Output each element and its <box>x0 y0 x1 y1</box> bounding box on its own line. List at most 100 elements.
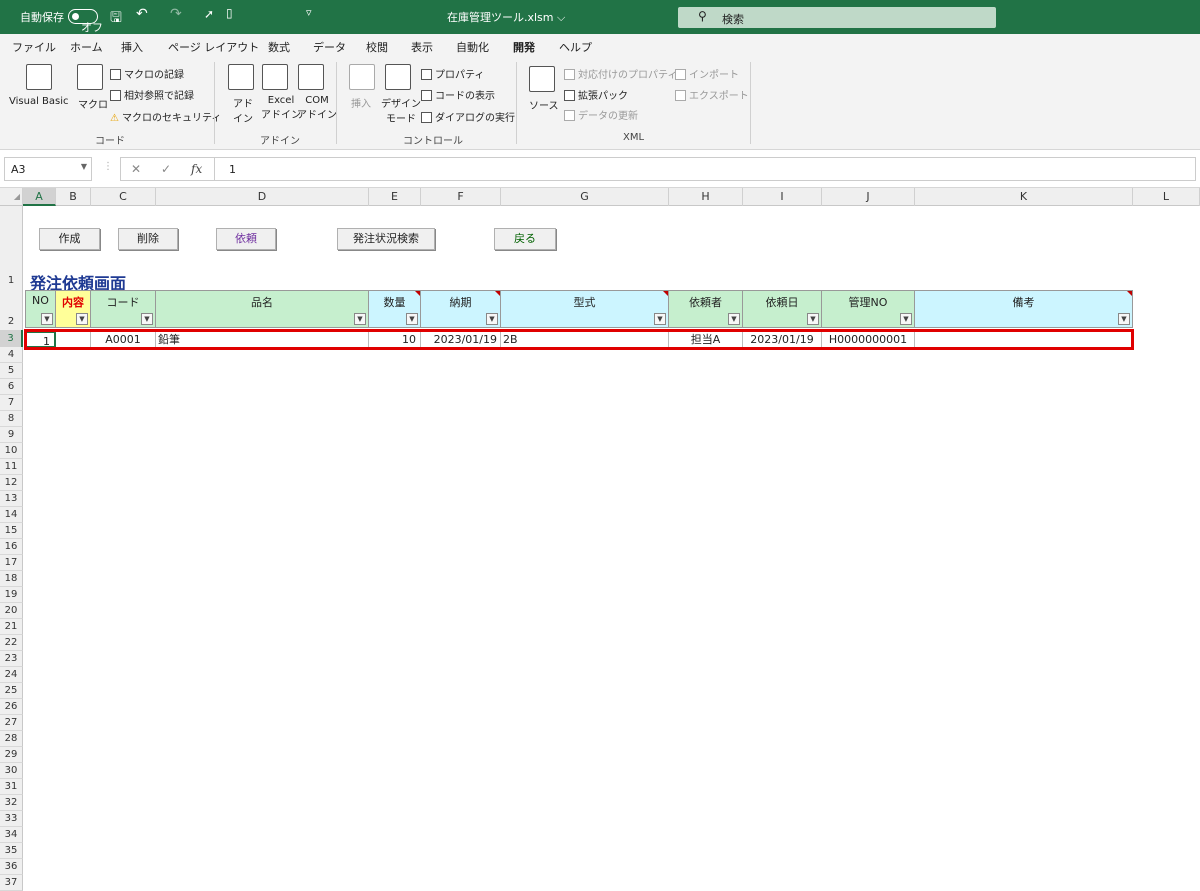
tab-review[interactable]: 校閲 <box>366 39 388 55</box>
filter-dropdown-icon[interactable]: ▼ <box>728 313 740 325</box>
row-header-31[interactable]: 31 <box>0 779 23 795</box>
xml-import-button[interactable]: インポート <box>675 66 739 81</box>
tab-data[interactable]: データ <box>313 39 346 55</box>
row-header-15[interactable]: 15 <box>0 523 23 539</box>
row-header-3[interactable]: 3 <box>0 330 23 347</box>
row-header-11[interactable]: 11 <box>0 459 23 475</box>
filter-dropdown-icon[interactable]: ▼ <box>76 313 88 325</box>
column-header-c[interactable]: C <box>91 188 156 206</box>
map-properties-button[interactable]: 対応付けのプロパティ <box>564 66 677 81</box>
relative-reference-button[interactable]: 相対参照で記録 <box>110 87 194 102</box>
column-header-f[interactable]: F <box>421 188 501 206</box>
row-header-5[interactable]: 5 <box>0 363 23 379</box>
row-header-10[interactable]: 10 <box>0 443 23 459</box>
design-mode-button[interactable]: デザイン モード <box>381 95 421 125</box>
chevron-down-icon[interactable]: ▼ <box>81 162 87 171</box>
row-header-4[interactable]: 4 <box>0 347 23 363</box>
request-button[interactable]: 依頼 <box>216 228 276 250</box>
row-header-32[interactable]: 32 <box>0 795 23 811</box>
file-name[interactable]: 在庫管理ツール.xlsm ⌵ <box>447 9 565 25</box>
filter-dropdown-icon[interactable]: ▼ <box>354 313 366 325</box>
row-header-19[interactable]: 19 <box>0 587 23 603</box>
autosave-toggle[interactable]: オフ <box>68 9 103 34</box>
function-icon[interactable]: fx <box>191 162 202 176</box>
row-header-20[interactable]: 20 <box>0 603 23 619</box>
xml-source-button[interactable]: ソース <box>529 97 559 112</box>
row-header-27[interactable]: 27 <box>0 715 23 731</box>
column-header-a[interactable]: A <box>23 188 56 206</box>
column-header-b[interactable]: B <box>56 188 91 206</box>
addin-button[interactable]: アド イン <box>233 95 253 125</box>
row-header-24[interactable]: 24 <box>0 667 23 683</box>
tab-home[interactable]: ホーム <box>70 39 103 55</box>
row-header-8[interactable]: 8 <box>0 411 23 427</box>
excel-addin-button[interactable]: Excel アドイン <box>261 95 301 121</box>
filter-dropdown-icon[interactable]: ▼ <box>41 313 53 325</box>
row-header-35[interactable]: 35 <box>0 843 23 859</box>
row-header-17[interactable]: 17 <box>0 555 23 571</box>
select-all-corner[interactable]: ◢ <box>0 188 23 206</box>
column-header-i[interactable]: I <box>743 188 822 206</box>
column-header-g[interactable]: G <box>501 188 669 206</box>
column-header-l[interactable]: L <box>1133 188 1200 206</box>
column-header-d[interactable]: D <box>156 188 369 206</box>
tab-file[interactable]: ファイル <box>12 39 56 55</box>
insert-control-button[interactable]: 挿入 <box>351 95 371 110</box>
row-header-23[interactable]: 23 <box>0 651 23 667</box>
row-header-12[interactable]: 12 <box>0 475 23 491</box>
filter-dropdown-icon[interactable]: ▼ <box>654 313 666 325</box>
row-header-7[interactable]: 7 <box>0 395 23 411</box>
xml-export-button[interactable]: エクスポート <box>675 87 749 102</box>
document-icon[interactable]: ▯ <box>226 6 233 20</box>
row-header-14[interactable]: 14 <box>0 507 23 523</box>
row-header-36[interactable]: 36 <box>0 859 23 875</box>
column-header-h[interactable]: H <box>669 188 743 206</box>
row-header-33[interactable]: 33 <box>0 811 23 827</box>
row-header-2[interactable]: 2 <box>0 290 23 330</box>
customize-menu-icon[interactable]: ▿ <box>306 6 312 19</box>
row-header-25[interactable]: 25 <box>0 683 23 699</box>
visual-basic-button[interactable]: Visual Basic <box>9 96 69 107</box>
back-button[interactable]: 戻る <box>494 228 556 250</box>
filter-dropdown-icon[interactable]: ▼ <box>141 313 153 325</box>
refresh-data-button[interactable]: データの更新 <box>564 107 638 122</box>
com-addin-button[interactable]: COM アドイン <box>297 95 337 121</box>
row-header-1[interactable]: 1 <box>0 206 23 290</box>
tab-help[interactable]: ヘルプ <box>559 39 592 55</box>
tab-page-layout[interactable]: ページ レイアウト <box>168 39 259 55</box>
filter-dropdown-icon[interactable]: ▼ <box>486 313 498 325</box>
tab-insert[interactable]: 挿入 <box>121 39 143 55</box>
view-code-button[interactable]: コードの表示 <box>421 87 495 102</box>
properties-button[interactable]: プロパティ <box>421 66 484 81</box>
macro-security-button[interactable]: ⚠ マクロのセキュリティ <box>110 109 221 124</box>
create-button[interactable]: 作成 <box>39 228 100 250</box>
row-header-18[interactable]: 18 <box>0 571 23 587</box>
expansion-pack-button[interactable]: 拡張パック <box>564 87 628 102</box>
filter-dropdown-icon[interactable]: ▼ <box>900 313 912 325</box>
record-macro-button[interactable]: マクロの記録 <box>110 66 184 81</box>
filter-dropdown-icon[interactable]: ▼ <box>1118 313 1130 325</box>
row-header-16[interactable]: 16 <box>0 539 23 555</box>
row-header-13[interactable]: 13 <box>0 491 23 507</box>
search-status-button[interactable]: 発注状況検索 <box>337 228 435 250</box>
delete-button[interactable]: 削除 <box>118 228 178 250</box>
macro-button[interactable]: マクロ <box>78 96 108 111</box>
row-header-37[interactable]: 37 <box>0 875 23 891</box>
name-box[interactable]: A3 ▼ <box>4 157 92 181</box>
filter-dropdown-icon[interactable]: ▼ <box>406 313 418 325</box>
row-header-29[interactable]: 29 <box>0 747 23 763</box>
pointer-icon[interactable]: ➚ <box>204 7 214 21</box>
cancel-icon[interactable]: ✕ <box>131 162 141 176</box>
formula-input[interactable]: 1 <box>214 157 1196 181</box>
search-box[interactable]: ⚲ 検索 <box>678 7 996 28</box>
row-header-26[interactable]: 26 <box>0 699 23 715</box>
row-header-28[interactable]: 28 <box>0 731 23 747</box>
filter-dropdown-icon[interactable]: ▼ <box>807 313 819 325</box>
undo-icon[interactable]: ↶ <box>136 6 148 22</box>
save-icon[interactable]: 🖫 <box>110 7 122 31</box>
column-header-j[interactable]: J <box>822 188 915 206</box>
run-dialog-button[interactable]: ダイアログの実行 <box>421 109 515 124</box>
row-header-9[interactable]: 9 <box>0 427 23 443</box>
tab-formulas[interactable]: 数式 <box>268 39 290 55</box>
tab-automate[interactable]: 自動化 <box>456 39 489 55</box>
